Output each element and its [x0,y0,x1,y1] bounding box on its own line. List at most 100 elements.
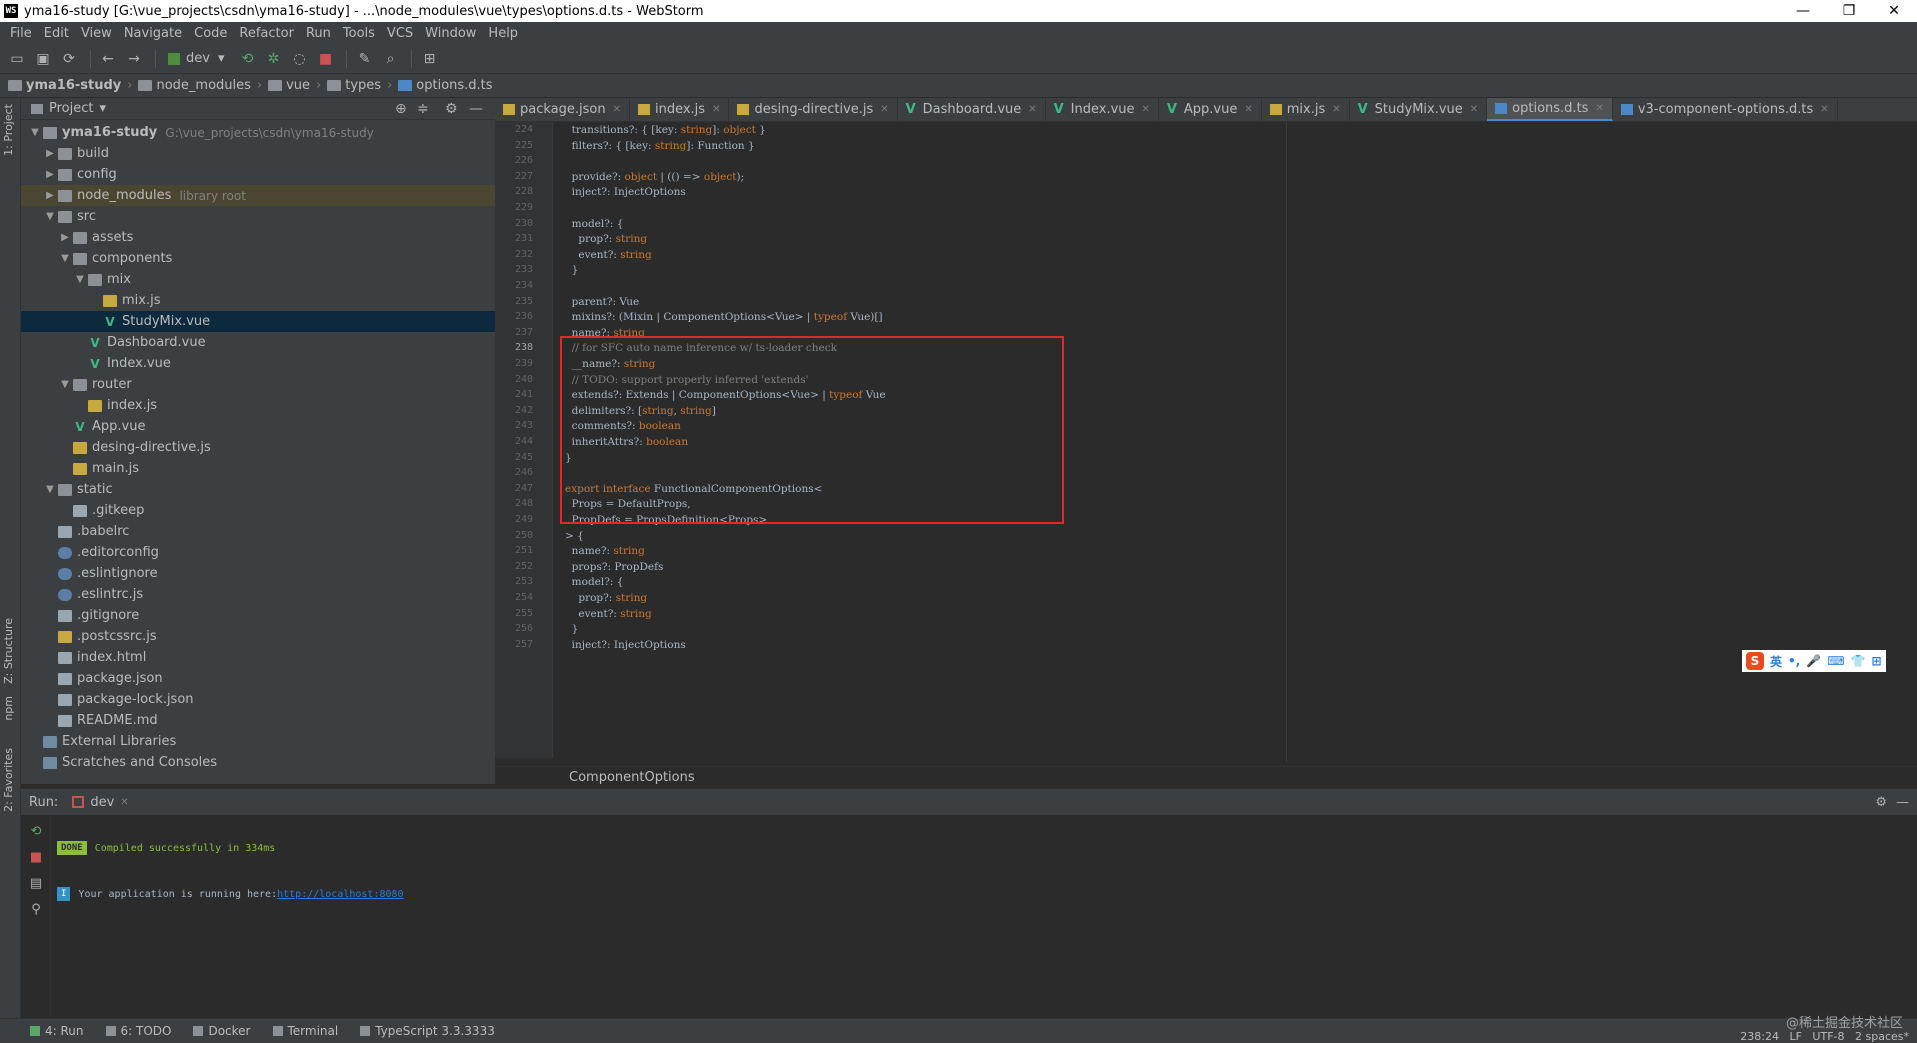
bottom-tab-6-todo[interactable]: 6: TODO [105,1024,171,1038]
tab-index-js[interactable]: index.js ✕ [630,98,730,121]
close-icon[interactable]: ✕ [1820,104,1828,115]
locate-icon[interactable]: ⊕ [395,101,407,117]
tree-item--postcssrc-js[interactable]: .postcssrc.js [21,626,495,647]
expand-right-icon[interactable]: ▶ [57,232,73,243]
expand-down-icon[interactable]: ▼ [57,253,73,264]
close-icon[interactable]: ✕ [1244,104,1252,115]
breadcrumb-item[interactable]: › options.d.ts [381,78,492,93]
stop-icon[interactable]: ■ [26,847,46,867]
tree-item-components[interactable]: ▼ components [21,248,495,269]
expand-down-icon[interactable]: ▼ [27,127,43,138]
back-icon[interactable]: ← [97,48,119,70]
expand-down-icon[interactable]: ▼ [42,211,58,222]
keyboard-icon[interactable]: ⌨ [1827,654,1844,668]
tree-item-dashboard-vue[interactable]: V Dashboard.vue [21,332,495,353]
line-separator[interactable]: LF [1789,1030,1801,1043]
skin-icon[interactable]: 👕 [1851,654,1866,668]
menu-item-file[interactable]: File [4,26,38,41]
tree-item-config[interactable]: ▶ config [21,164,495,185]
menu-item-help[interactable]: Help [482,26,524,41]
tab-index-vue[interactable]: V Index.vue ✕ [1046,98,1159,121]
gear-icon[interactable]: ⚙ [1875,795,1887,810]
tree-item-scratches-and-consoles[interactable]: Scratches and Consoles [21,752,495,773]
settings-wrench-icon[interactable]: ✎ [353,48,375,70]
tree-item-index-js[interactable]: index.js [21,395,495,416]
tree-item-mix[interactable]: ▼ mix [21,269,495,290]
tree-item-build[interactable]: ▶ build [21,143,495,164]
tree-item-index-vue[interactable]: V Index.vue [21,353,495,374]
menu-item-vcs[interactable]: VCS [381,26,419,41]
toolbox-icon[interactable]: ⊞ [1871,654,1881,668]
bottom-tab-docker[interactable]: Docker [193,1024,251,1038]
debug-icon[interactable]: ✲ [262,48,284,70]
tab-mix-js[interactable]: mix.js ✕ [1262,98,1350,121]
menu-item-view[interactable]: View [75,26,118,41]
bottom-tab-terminal[interactable]: Terminal [272,1024,338,1038]
microphone-icon[interactable]: 🎤 [1806,654,1821,668]
collapse-all-icon[interactable]: ≑ [417,101,429,117]
restore-icon[interactable]: ❐ [1826,0,1872,22]
tree-item-index-html[interactable]: index.html [21,647,495,668]
caret-position[interactable]: 238:24 [1740,1030,1779,1043]
tree-item-assets[interactable]: ▶ assets [21,227,495,248]
tree-item-studymix-vue[interactable]: V StudyMix.vue [21,311,495,332]
tree-item-package-lock-json[interactable]: package-lock.json [21,689,495,710]
tree-item-app-vue[interactable]: V App.vue [21,416,495,437]
close-icon[interactable]: ✕ [1871,0,1917,22]
tree-item--editorconfig[interactable]: .editorconfig [21,542,495,563]
tab-options-d-ts[interactable]: options.d.ts ✕ [1487,98,1613,121]
pin-icon[interactable]: ⚲ [26,899,46,919]
file-encoding[interactable]: UTF-8 [1812,1030,1844,1043]
expand-down-icon[interactable]: ▼ [42,484,58,495]
breadcrumb-item[interactable]: › types [310,78,381,93]
search-icon[interactable]: ⌕ [379,48,401,70]
breadcrumb-item[interactable]: › node_modules [121,78,251,93]
tree-item--babelrc[interactable]: .babelrc [21,521,495,542]
close-icon[interactable]: ✕ [120,797,128,808]
project-structure-icon[interactable]: ⊞ [418,48,440,70]
tree-item-external-libraries[interactable]: External Libraries [21,731,495,752]
code-breadcrumb-item[interactable]: ComponentOptions [569,770,695,785]
tree-item--gitignore[interactable]: .gitignore [21,605,495,626]
tab-app-vue[interactable]: V App.vue ✕ [1159,98,1262,121]
menu-item-run[interactable]: Run [300,26,337,41]
structure-tool-tab[interactable]: Z: Structure [2,618,15,684]
run-icon[interactable]: ⟲ [236,48,258,70]
tab-studymix-vue[interactable]: V StudyMix.vue ✕ [1350,98,1488,121]
menu-item-refactor[interactable]: Refactor [233,26,300,41]
menu-item-code[interactable]: Code [188,26,233,41]
close-icon[interactable]: ✕ [1332,104,1340,115]
menu-item-window[interactable]: Window [419,26,482,41]
minimize-icon[interactable]: — [1780,0,1826,22]
project-tool-tab[interactable]: 1: Project [2,104,15,156]
menu-item-navigate[interactable]: Navigate [118,26,188,41]
stop-icon[interactable]: ■ [314,48,336,70]
layout-icon[interactable]: ▤ [26,873,46,893]
forward-icon[interactable]: → [123,48,145,70]
sogou-icon[interactable]: S [1746,652,1764,670]
close-icon[interactable]: ✕ [880,104,888,115]
close-icon[interactable]: ✕ [1470,104,1478,115]
expand-right-icon[interactable]: ▶ [42,169,58,180]
tree-item-node-modules[interactable]: ▶ node_modules library root [21,185,495,206]
run-config-select[interactable]: dev ▾ [162,48,230,70]
indent-setting[interactable]: 2 spaces* [1855,1030,1909,1043]
close-icon[interactable]: ✕ [1142,104,1150,115]
open-folder-icon[interactable]: ▭ [6,48,28,70]
tree-item-package-json[interactable]: package.json [21,668,495,689]
expand-down-icon[interactable]: ▼ [57,379,73,390]
localhost-link[interactable]: http://localhost:8080 [277,889,403,900]
close-icon[interactable]: ✕ [1595,103,1603,114]
tree-item-router[interactable]: ▼ router [21,374,495,395]
tree-item--eslintrc-js[interactable]: .eslintrc.js [21,584,495,605]
expand-down-icon[interactable]: ▼ [72,274,88,285]
tree-item--eslintignore[interactable]: .eslintignore [21,563,495,584]
tab-package-json[interactable]: package.json ✕ [495,98,630,121]
hide-panel-icon[interactable]: — [1896,795,1909,810]
punctuation-icon[interactable]: •, [1788,654,1800,668]
coverage-icon[interactable]: ◌ [288,48,310,70]
tab-v3-component-options-d-ts[interactable]: v3-component-options.d.ts ✕ [1613,98,1838,121]
menu-item-edit[interactable]: Edit [38,26,75,41]
close-icon[interactable]: ✕ [712,104,720,115]
run-tab-dev[interactable]: dev ✕ [72,795,129,810]
